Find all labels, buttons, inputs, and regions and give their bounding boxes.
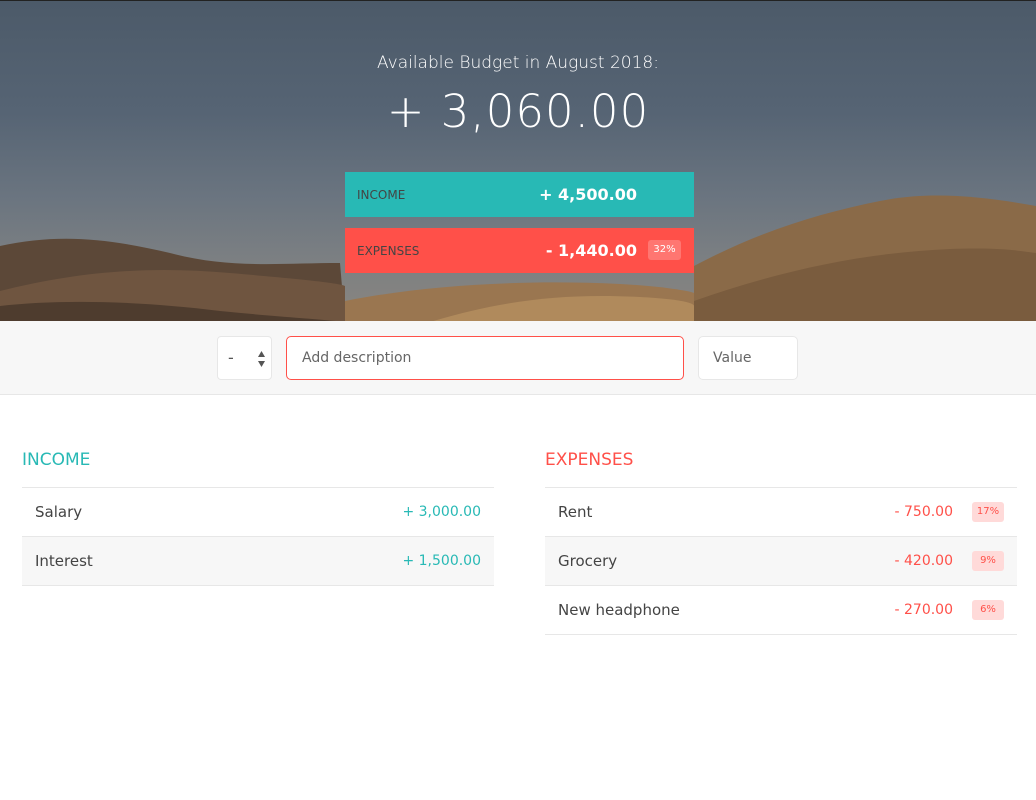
expense-item-description: Grocery bbox=[558, 552, 618, 570]
expense-item[interactable]: Grocery - 420.00 9% bbox=[545, 537, 1017, 586]
budget-title: Available Budget in August 2018: bbox=[377, 53, 659, 73]
income-list: Salary + 3,000.00 Interest + 1,500.00 bbox=[22, 487, 494, 586]
expenses-summary-value: - 1,440.00 bbox=[545, 241, 637, 260]
income-title: Income bbox=[22, 450, 91, 470]
expenses-percentage-badge: 32% bbox=[648, 240, 681, 260]
income-item-value: + 3,000.00 bbox=[402, 504, 481, 520]
income-item[interactable]: Salary + 3,000.00 bbox=[22, 488, 494, 537]
expense-item-description: Rent bbox=[558, 503, 593, 521]
expenses-summary: Expenses - 1,440.00 32% bbox=[345, 228, 694, 273]
type-select-value: - bbox=[228, 348, 234, 367]
income-summary-value: + 4,500.00 bbox=[539, 185, 637, 204]
expense-item-value: - 270.00 bbox=[894, 602, 954, 618]
type-select[interactable]: - bbox=[217, 336, 272, 380]
income-column: Income Salary + 3,000.00 Interest + 1,50… bbox=[22, 450, 494, 586]
expenses-summary-label: Expenses bbox=[357, 243, 420, 258]
expenses-title: Expenses bbox=[545, 450, 634, 470]
expense-item-value: - 750.00 bbox=[894, 504, 954, 520]
up-down-arrows-icon bbox=[258, 351, 265, 367]
income-summary-label: Income bbox=[357, 187, 406, 202]
expense-item[interactable]: New headphone - 270.00 6% bbox=[545, 586, 1017, 635]
budget-value: + 3,060.00 bbox=[386, 85, 650, 138]
income-summary: Income + 4,500.00 bbox=[345, 172, 694, 217]
expense-percentage-badge: 9% bbox=[972, 551, 1004, 571]
expense-percentage-badge: 6% bbox=[972, 600, 1004, 620]
expenses-column: Expenses Rent - 750.00 17% Grocery - 420… bbox=[545, 450, 1017, 635]
expenses-list: Rent - 750.00 17% Grocery - 420.00 9% Ne… bbox=[545, 487, 1017, 635]
description-input[interactable] bbox=[286, 336, 684, 380]
budget-display: Available Budget in August 2018: + 3,060… bbox=[0, 1, 1036, 138]
expense-percentage-badge: 17% bbox=[972, 502, 1004, 522]
expense-item-description: New headphone bbox=[558, 601, 680, 619]
income-item-value: + 1,500.00 bbox=[402, 553, 481, 569]
expense-item[interactable]: Rent - 750.00 17% bbox=[545, 488, 1017, 537]
add-entry-bar: - bbox=[0, 321, 1036, 395]
income-item[interactable]: Interest + 1,500.00 bbox=[22, 537, 494, 586]
value-input[interactable] bbox=[698, 336, 798, 380]
expense-item-value: - 420.00 bbox=[894, 553, 954, 569]
income-item-description: Interest bbox=[35, 552, 93, 570]
income-item-description: Salary bbox=[35, 503, 83, 521]
budget-header: Available Budget in August 2018: + 3,060… bbox=[0, 0, 1036, 321]
